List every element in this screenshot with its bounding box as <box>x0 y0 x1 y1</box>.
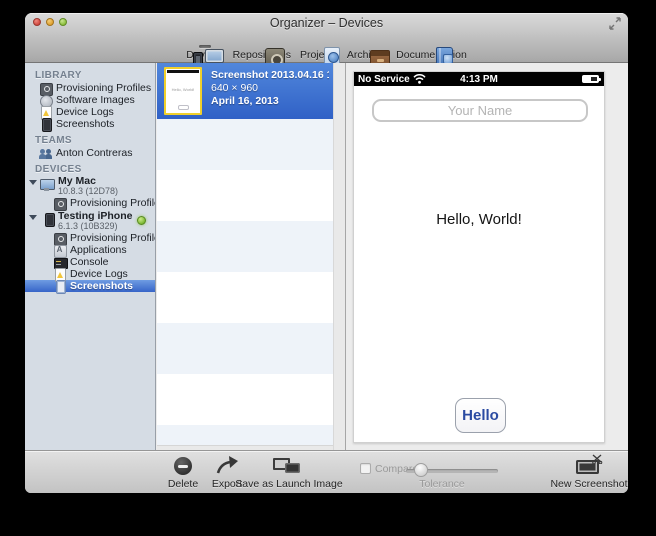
screenshot-list-row-selected[interactable]: Hello, World! Screenshot 2013.04.16 16.1… <box>157 63 333 119</box>
sidebar-item-device-logs[interactable]: Device Logs <box>25 106 155 118</box>
device-row-testing-iphone[interactable]: Testing iPhone 6.1.3 (10B329) <box>25 211 155 232</box>
delete-button-label[interactable]: Delete <box>158 478 208 490</box>
iphone-status-bar: No Service 4:13 PM <box>354 72 604 86</box>
provisioning-profiles-icon <box>53 197 66 210</box>
window-title: Organizer – Devices <box>25 16 628 30</box>
device-version: 6.1.3 (10B329) <box>58 222 132 231</box>
sidebar-header-teams: TEAMS <box>25 135 155 147</box>
hello-button: Hello <box>455 398 506 433</box>
disclosure-triangle-icon[interactable] <box>29 180 37 185</box>
sidebar-item-label: Provisioning Profiles <box>70 232 156 244</box>
sidebar-item-label: Software Images <box>56 94 135 106</box>
battery-icon <box>582 75 599 83</box>
sidebar-item-screenshots-library[interactable]: Screenshots <box>25 118 155 130</box>
toolbar-item-documentation[interactable]: Documentation <box>396 45 467 61</box>
sidebar-item-team-anton-contreras[interactable]: Anton Contreras <box>25 147 155 159</box>
mac-icon <box>40 178 53 191</box>
screenshot-list-empty-rows <box>157 119 333 445</box>
screenshot-list: Hello, World! Screenshot 2013.04.16 16.1… <box>157 63 333 450</box>
screenshot-preview-image: No Service 4:13 PM Your Name Hello, Worl… <box>353 71 605 443</box>
tolerance-slider-knob[interactable] <box>414 463 428 477</box>
delete-icon[interactable] <box>174 457 192 475</box>
sidebar-item-iphone-provisioning-profiles[interactable]: Provisioning Profiles <box>25 232 155 244</box>
sidebar-item-mac-provisioning-profiles[interactable]: Provisioning Profiles <box>25 197 155 209</box>
screenshot-thumbnail: Hello, World! <box>164 67 202 115</box>
screenshots-icon <box>53 280 66 293</box>
titlebar: Organizer – Devices Devices Repositories <box>25 13 628 63</box>
sidebar-item-label: Provisioning Profiles <box>70 197 156 209</box>
preview-pane: No Service 4:13 PM Your Name Hello, Worl… <box>346 63 628 450</box>
sidebar-item-label: Applications <box>70 244 127 256</box>
sidebar-item-applications[interactable]: Applications <box>25 244 155 256</box>
hello-world-label: Hello, World! <box>354 211 604 228</box>
sidebar-item-screenshots-selected[interactable]: Screenshots <box>25 280 155 292</box>
compare-checkbox[interactable] <box>360 463 371 474</box>
screenshot-date: April 16, 2013 <box>211 95 329 108</box>
sidebar-item-label: Screenshots <box>70 280 133 292</box>
team-icon <box>39 147 52 160</box>
sidebar-item-label: Device Logs <box>56 106 114 118</box>
device-connected-status-dot <box>137 216 146 225</box>
sidebar-item-software-images[interactable]: Software Images <box>25 94 155 106</box>
save-as-launch-image-label[interactable]: Save as Launch Image <box>234 478 344 490</box>
sidebar-item-label: Anton Contreras <box>56 147 132 159</box>
sidebar-item-label: Device Logs <box>70 268 128 280</box>
screenshots-icon <box>39 118 52 131</box>
toolbar-item-projects[interactable]: Projects <box>300 45 338 61</box>
save-as-launch-image-icon[interactable] <box>273 457 305 475</box>
iphone-icon <box>42 212 55 225</box>
sidebar: LIBRARY Provisioning Profiles Software I… <box>25 63 156 450</box>
bottom-toolbar: Delete Export Save as Launch Image Compa… <box>25 450 628 493</box>
content-area: LIBRARY Provisioning Profiles Software I… <box>25 63 628 450</box>
sidebar-item-label: Screenshots <box>56 118 114 130</box>
organizer-window: Organizer – Devices Devices Repositories <box>25 13 628 493</box>
list-vertical-scrollbar-gutter <box>333 63 345 450</box>
new-screenshot-icon[interactable] <box>574 455 604 475</box>
sidebar-item-label: Console <box>70 256 109 268</box>
screenshot-title: Screenshot 2013.04.16 16.13... <box>211 69 329 82</box>
new-screenshot-label[interactable]: New Screenshot <box>547 478 628 490</box>
toolbar-item-repositories[interactable]: Repositories <box>233 45 291 61</box>
device-row-my-mac[interactable]: My Mac 10.8.3 (12D78) <box>25 176 155 197</box>
fullscreen-icon[interactable] <box>608 17 622 30</box>
tolerance-label: Tolerance <box>399 478 485 490</box>
device-version: 10.8.3 (12D78) <box>58 187 118 196</box>
status-bar-time: 4:13 PM <box>354 74 604 85</box>
sidebar-header-library: LIBRARY <box>25 70 155 82</box>
toolbar-item-archives[interactable]: Archives <box>347 45 387 61</box>
sidebar-item-console[interactable]: Console <box>25 256 155 268</box>
disclosure-triangle-icon[interactable] <box>29 215 37 220</box>
toolbar-label: Documentation <box>396 49 467 61</box>
screenshot-stage: Organizer – Devices Devices Repositories <box>0 0 656 536</box>
screenshot-resolution: 640 × 960 <box>211 82 329 95</box>
export-icon[interactable] <box>216 455 240 475</box>
sidebar-item-provisioning-profiles[interactable]: Provisioning Profiles <box>25 82 155 94</box>
sidebar-item-device-logs-iphone[interactable]: Device Logs <box>25 268 155 280</box>
name-text-field: Your Name <box>372 99 588 122</box>
toolbar-item-devices[interactable]: Devices <box>186 45 223 61</box>
sidebar-item-label: Provisioning Profiles <box>56 82 151 94</box>
main-toolbar: Devices Repositories Projects <box>25 45 628 61</box>
